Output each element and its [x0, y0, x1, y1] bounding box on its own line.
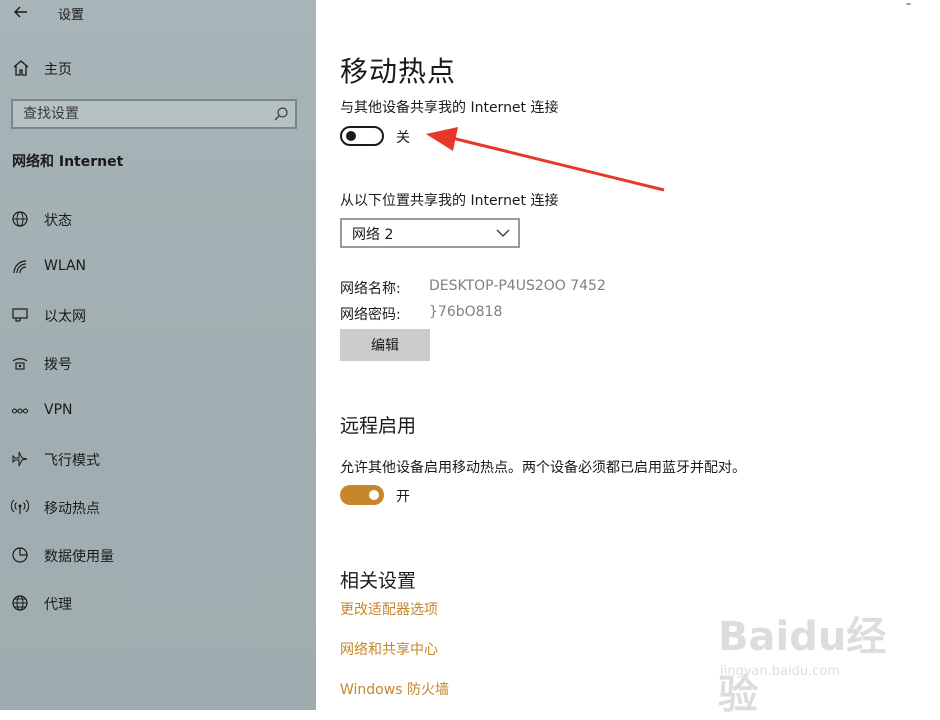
share-toggle[interactable]	[340, 126, 384, 146]
link-windows-firewall[interactable]: Windows 防火墙	[340, 679, 449, 699]
edit-button[interactable]: 编辑	[340, 329, 430, 361]
data-usage-icon	[12, 547, 28, 563]
dropdown-value: 网络 2	[352, 227, 394, 243]
wifi-icon	[13, 260, 27, 274]
baidu-watermark: Baidu经验 jingyan.baidu.com	[718, 604, 918, 718]
share-toggle-state: 关	[396, 130, 410, 146]
sidebar-home[interactable]: 主页	[0, 54, 316, 82]
sidebar-item-wlan[interactable]: WLAN	[0, 252, 316, 282]
remote-toggle-state: 开	[396, 489, 410, 505]
search-input[interactable]	[23, 104, 263, 124]
network-name-value: DESKTOP-P4US2OO 7452	[429, 278, 606, 294]
hotspot-icon	[11, 499, 29, 514]
proxy-globe-icon	[12, 595, 28, 611]
sidebar-section-title: 网络和 Internet	[12, 154, 124, 170]
watermark-url: jingyan.baidu.com	[720, 664, 840, 679]
airplane-icon	[12, 451, 28, 467]
network-password-label: 网络密码:	[340, 307, 401, 323]
sidebar-item-airplane[interactable]: 飞行模式	[0, 444, 316, 474]
window-title: 设置	[58, 8, 85, 23]
sidebar: 设置 主页 网络和 Internet 状态	[0, 0, 316, 710]
chevron-down-icon	[496, 229, 510, 237]
sidebar-item-label: 拨号	[44, 357, 72, 373]
sidebar-item-label: 移动热点	[44, 501, 100, 517]
sidebar-item-dialup[interactable]: 拨号	[0, 348, 316, 378]
back-arrow-icon	[14, 6, 27, 18]
link-network-sharing-center[interactable]: 网络和共享中心	[340, 639, 438, 659]
sidebar-item-status[interactable]: 状态	[0, 204, 316, 234]
sidebar-item-ethernet[interactable]: 以太网	[0, 300, 316, 330]
network-name-label: 网络名称:	[340, 281, 401, 297]
search-box	[11, 99, 297, 129]
sidebar-item-hotspot[interactable]: 移动热点	[0, 492, 316, 522]
back-button[interactable]	[10, 0, 32, 24]
share-from-dropdown[interactable]: 网络 2	[340, 218, 520, 248]
sidebar-item-label: 飞行模式	[44, 453, 100, 469]
watermark-brand: Baidu经验	[718, 614, 887, 718]
share-from-label: 从以下位置共享我的 Internet 连接	[340, 193, 559, 209]
home-icon	[13, 60, 29, 76]
search-icon[interactable]	[273, 106, 289, 122]
sidebar-item-label: 状态	[44, 213, 72, 229]
remote-enable-heading: 远程启用	[340, 415, 417, 437]
toggle-knob	[346, 131, 356, 141]
related-settings-heading: 相关设置	[340, 570, 417, 592]
sidebar-item-label: 数据使用量	[44, 549, 114, 565]
sidebar-item-data-usage[interactable]: 数据使用量	[0, 540, 316, 570]
network-password-value: }76bO818	[429, 304, 503, 320]
ethernet-icon	[12, 308, 28, 322]
window-minimize-glyph[interactable]: ˉ	[905, 2, 912, 18]
page-title: 移动热点	[340, 55, 457, 88]
sidebar-item-label: 以太网	[44, 309, 86, 325]
sidebar-item-label: WLAN	[44, 258, 87, 274]
remote-enable-toggle[interactable]	[340, 485, 384, 505]
sidebar-item-label: 代理	[44, 597, 72, 613]
sidebar-item-proxy[interactable]: 代理	[0, 588, 316, 618]
dialup-icon	[12, 358, 28, 370]
share-connection-label: 与其他设备共享我的 Internet 连接	[340, 100, 559, 116]
home-label: 主页	[44, 62, 72, 78]
status-globe-icon	[12, 211, 28, 227]
sidebar-item-label: VPN	[44, 402, 73, 418]
vpn-icon	[11, 408, 29, 414]
title-bar: 设置	[0, 0, 316, 26]
toggle-knob	[369, 490, 379, 500]
remote-enable-description: 允许其他设备启用移动热点。两个设备必须都已启用蓝牙并配对。	[340, 460, 746, 476]
sidebar-item-vpn[interactable]: VPN	[0, 396, 316, 426]
link-adapter-options[interactable]: 更改适配器选项	[340, 599, 438, 619]
